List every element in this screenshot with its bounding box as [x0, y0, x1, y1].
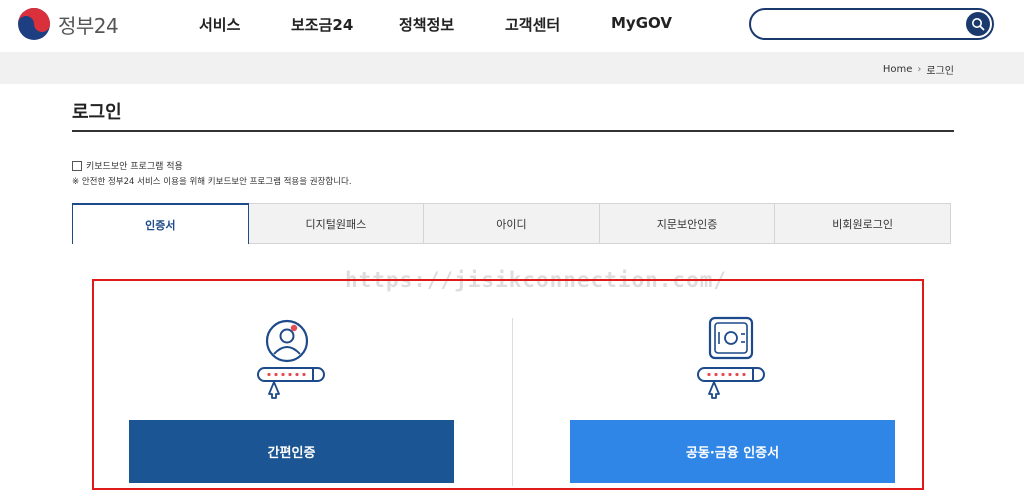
nav-item-mygov[interactable]: MyGOV [611, 14, 672, 32]
auth-divider [512, 318, 513, 486]
site-logo[interactable]: 정부24 [17, 7, 119, 41]
tab-certificate[interactable]: 인증서 [72, 203, 249, 244]
simple-auth-person-icon [257, 319, 325, 399]
title-divider [72, 130, 954, 132]
search-icon [972, 18, 985, 31]
nav-item-policy[interactable]: 정책정보 [399, 14, 454, 35]
breadcrumb-home[interactable]: Home [883, 64, 913, 75]
nav-item-subsidy[interactable]: 보조금24 [291, 14, 353, 35]
breadcrumb-current: 로그인 [926, 66, 954, 77]
keyboard-security-label[interactable]: 키보드보안 프로그램 적용 [86, 159, 183, 172]
page-title: 로그인 [72, 102, 122, 123]
certificate-safe-icon [697, 316, 765, 399]
site-header: 정부24 서비스 보조금24 정책정보 고객센터 MyGOV [0, 0, 1024, 50]
search-input[interactable] [765, 15, 961, 33]
nav-item-support[interactable]: 고객센터 [505, 14, 560, 35]
chevron-right-icon: › [917, 64, 922, 75]
tab-digital-onepass[interactable]: 디지털원패스 [248, 203, 425, 244]
tab-id[interactable]: 아이디 [424, 203, 600, 244]
logo-text: 정부24 [58, 13, 119, 38]
keyboard-security-row: 키보드보안 프로그램 적용 [72, 159, 183, 172]
tab-guest-login[interactable]: 비회원로그인 [775, 203, 951, 244]
keyboard-security-notice: ※ 안전한 정부24 서비스 이용을 위해 키보드보안 프로그램 적용을 권장합… [72, 177, 352, 187]
tab-fingerprint[interactable]: 지문보안인증 [599, 203, 776, 244]
joint-financial-certificate-button[interactable]: 공동·금융 인증서 [570, 420, 895, 483]
breadcrumb: Home › 로그인 [883, 62, 954, 77]
login-tabs: 인증서 디지털원패스 아이디 지문보안인증 비회원로그인 [72, 203, 951, 244]
breadcrumb-bar: Home › 로그인 [0, 52, 1024, 84]
nav-item-services[interactable]: 서비스 [199, 14, 240, 35]
search-button[interactable] [966, 12, 990, 36]
simple-auth-button[interactable]: 간편인증 [129, 420, 454, 483]
search-box [749, 8, 994, 40]
keyboard-security-checkbox[interactable] [72, 160, 82, 171]
taegeuk-logo-icon [18, 8, 50, 40]
